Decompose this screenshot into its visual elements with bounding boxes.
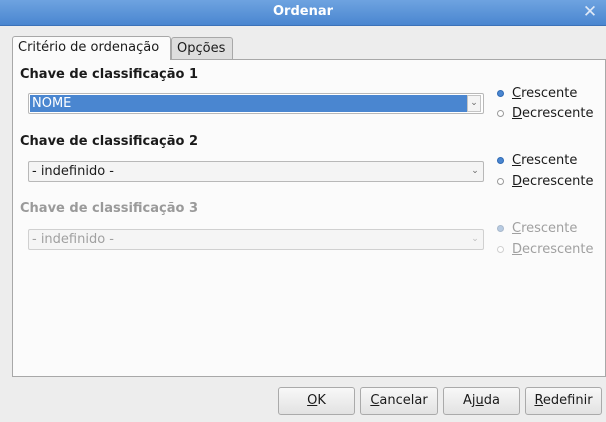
sort-key-1-descending-radio[interactable]: Decrescente	[497, 106, 606, 124]
sort-key-1-value: NOME	[30, 95, 468, 112]
sort-key-3-label: Chave de classificação 3	[20, 201, 198, 216]
button-label: da	[483, 393, 500, 408]
accel-key: D	[512, 174, 523, 189]
accel-key: O	[307, 393, 318, 408]
sort-key-1-label: Chave de classificação 1	[20, 67, 198, 82]
sort-key-2-ascending-radio[interactable]: Crescente	[497, 153, 606, 171]
chevron-down-icon[interactable]: ⌄	[469, 164, 481, 179]
sort-key-1-select[interactable]: NOME ⌄	[28, 93, 484, 114]
radio-label: rescente	[521, 153, 578, 168]
sort-key-2-value: - indefinido -	[32, 164, 114, 179]
sort-key-1-ascending-radio[interactable]: Crescente	[497, 86, 606, 104]
reset-button[interactable]: Redefinir	[525, 387, 602, 415]
radio-label: rescente	[521, 86, 578, 101]
tab-options[interactable]: Opções	[171, 37, 233, 59]
accel-key: R	[534, 393, 543, 408]
radio-unchecked-icon	[497, 178, 504, 185]
close-icon[interactable]: ✕	[580, 1, 600, 23]
accel-key: D	[512, 242, 523, 257]
help-button[interactable]: Ajuda	[443, 387, 520, 415]
sort-key-3-ascending-radio: Crescente	[497, 221, 606, 239]
sort-key-3-select: - indefinido - ⌄	[28, 229, 484, 250]
accel-key: C	[512, 86, 522, 101]
radio-checked-icon	[497, 225, 504, 232]
button-label: Aj	[463, 393, 476, 408]
window-title: Ordenar	[272, 4, 334, 19]
accel-key: C	[512, 221, 522, 236]
chevron-down-icon: ⌄	[471, 234, 479, 244]
chevron-down-icon[interactable]: ⌄	[467, 95, 481, 112]
button-label: K	[317, 393, 326, 408]
sort-key-3-value: - indefinido -	[32, 232, 114, 247]
cancel-button[interactable]: Cancelar	[360, 387, 438, 415]
radio-checked-icon	[497, 157, 504, 164]
radio-checked-icon	[497, 90, 504, 97]
radio-label: ecrescente	[522, 106, 594, 121]
sort-key-2-label: Chave de classificação 2	[20, 134, 198, 149]
accel-key: u	[475, 393, 484, 408]
radio-label: ecrescente	[522, 242, 594, 257]
radio-label: ecrescente	[522, 174, 594, 189]
sort-key-2-descending-radio[interactable]: Decrescente	[497, 174, 606, 192]
accel-key: D	[512, 106, 523, 121]
sort-key-3-descending-radio: Decrescente	[497, 242, 606, 260]
button-label: edefinir	[542, 393, 593, 408]
radio-unchecked-icon	[497, 246, 504, 253]
button-label: ancelar	[379, 393, 428, 408]
radio-unchecked-icon	[497, 110, 504, 117]
radio-label: rescente	[521, 221, 578, 236]
title-bar: Ordenar ✕	[0, 0, 606, 26]
accel-key: C	[512, 153, 522, 168]
ok-button[interactable]: OK	[278, 387, 355, 415]
tab-sort-criteria[interactable]: Critério de ordenação	[12, 36, 171, 60]
sort-key-2-select[interactable]: - indefinido - ⌄	[28, 161, 484, 182]
